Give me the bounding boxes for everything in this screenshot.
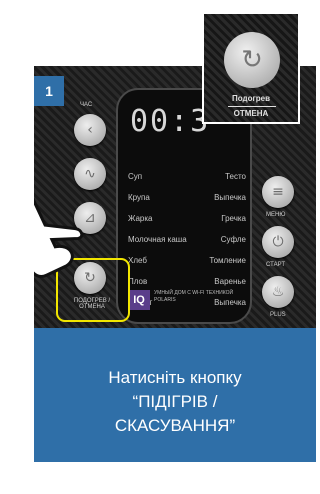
- menu-row: Жарка Гречка: [128, 208, 246, 229]
- instruction-line-1: Натисніть кнопку: [108, 368, 242, 387]
- menu-row: Молочная каша Суфле: [128, 229, 246, 250]
- zoom-inset: ↻ Подогрев ОТМЕНА: [202, 12, 300, 124]
- hour-label: ЧАС: [80, 102, 93, 108]
- step-number-badge: 1: [34, 76, 64, 106]
- zoom-label-top: Подогрев: [231, 94, 271, 103]
- minus-button[interactable]: ‹: [74, 114, 106, 146]
- menu-row: Хлеб Томление: [128, 250, 246, 271]
- menu-item: Тесто: [225, 172, 246, 181]
- menu-label: МЕНЮ: [266, 212, 286, 218]
- menu-item: Хлеб: [128, 256, 147, 265]
- instruction-text: Натисніть кнопку “ПІДІГРІВ / СКАСУВАННЯ”: [34, 366, 316, 438]
- plus-button[interactable]: ♨: [262, 276, 294, 308]
- display-time: 00:3: [130, 104, 211, 139]
- menu-row: Суп Тесто: [128, 166, 246, 187]
- zoom-label-bottom: ОТМЕНА: [233, 109, 269, 118]
- instruction-card: ‹ ЧАС ∿ ⊿ ↻ ПОДОГРЕВ / ОТМЕНА 00:3 Суп Те…: [34, 66, 316, 462]
- menu-item: Выпечка: [214, 193, 246, 202]
- menu-row: Крупа Выпечка: [128, 187, 246, 208]
- start-label: СТАРТ: [266, 262, 285, 268]
- menu-item: Гречка: [221, 214, 246, 223]
- pointing-hand-icon: [34, 188, 84, 278]
- menu-item: Жарка: [128, 214, 153, 223]
- menu-button[interactable]: ≡: [262, 176, 294, 208]
- instruction-line-3: СКАСУВАННЯ”: [114, 416, 236, 435]
- plus-label: PLUS: [270, 312, 286, 318]
- refresh-icon: ↻: [224, 32, 280, 88]
- menu-item: Плов: [128, 277, 148, 286]
- zoom-divider: [228, 106, 276, 107]
- iq-caption: УМНЫЙ ДОМ С WI-FI ТЕХНИКОЙ POLARIS: [154, 290, 234, 303]
- menu-item: Молочная каша: [128, 235, 187, 244]
- menu-item: Крупа: [128, 193, 150, 202]
- menu-row: Плов Варенье: [128, 271, 246, 292]
- start-button[interactable]: ⏻: [262, 226, 294, 258]
- menu-item: Суфле: [220, 235, 246, 244]
- instruction-line-2: “ПІДІГРІВ /: [132, 392, 218, 411]
- menu-item: Варенье: [214, 277, 246, 286]
- menu-item: Суп: [128, 172, 143, 181]
- menu-item: Томление: [209, 256, 246, 265]
- iq-logo: IQ: [128, 290, 150, 310]
